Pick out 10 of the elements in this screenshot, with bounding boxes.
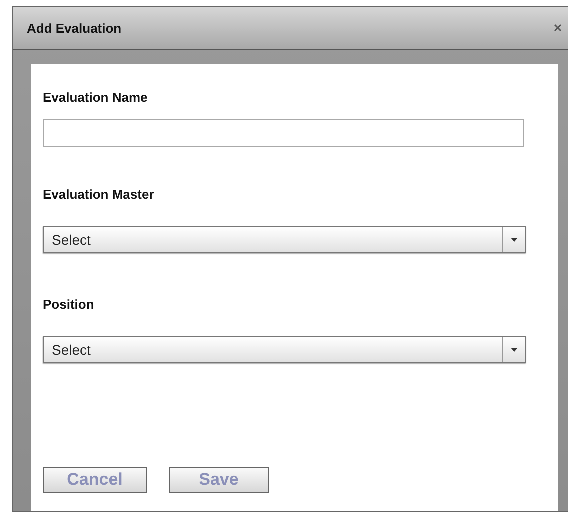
field-label: Evaluation Name bbox=[43, 90, 149, 105]
input-field[interactable] bbox=[43, 119, 524, 147]
close-icon[interactable] bbox=[554, 24, 562, 32]
field-label: Evaluation Master bbox=[43, 187, 156, 202]
select-dropdown[interactable]: Select bbox=[43, 336, 526, 363]
window-title: Add Evaluation bbox=[27, 20, 122, 36]
dropdown-arrow-icon bbox=[510, 348, 518, 352]
field-label: Position bbox=[43, 297, 96, 312]
dropdown-arrow-icon bbox=[510, 238, 518, 242]
select-dropdown[interactable]: Select bbox=[43, 226, 526, 253]
